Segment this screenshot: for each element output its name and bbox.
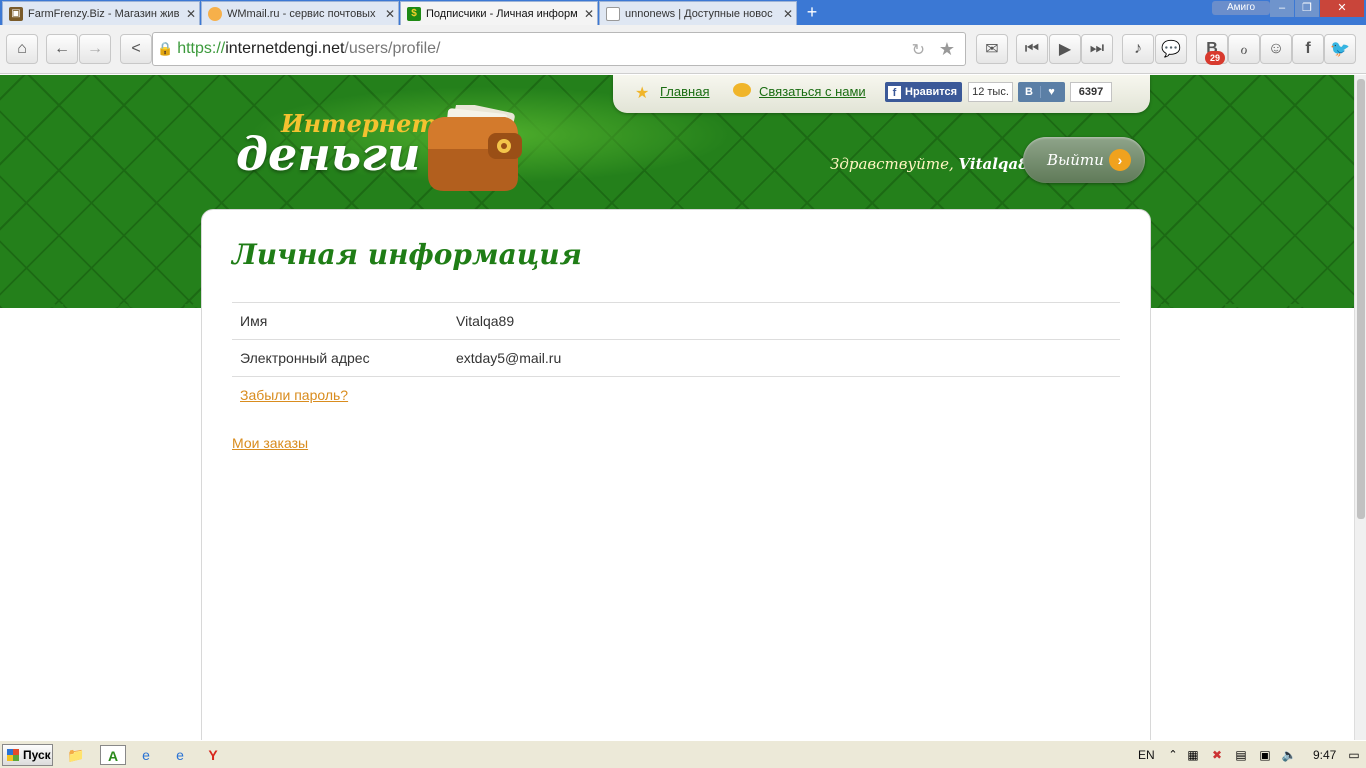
heart-icon: ♥ bbox=[1040, 86, 1062, 98]
web-page: ★ Главная Связаться с нами f Нравится 12… bbox=[0, 75, 1354, 740]
browser-toolbar: ⌂ ← → < 🔒 https://internetdengi.net/user… bbox=[0, 25, 1366, 74]
url-scheme: https:// bbox=[177, 40, 226, 57]
tab-title: unnonews | Доступные новос bbox=[625, 7, 773, 20]
volume-icon[interactable]: 🔈 bbox=[1279, 745, 1299, 765]
bookmark-star-icon[interactable]: ★ bbox=[939, 39, 955, 60]
site-logo[interactable]: Интернет деньги bbox=[236, 105, 536, 225]
internet-explorer-icon-2[interactable]: e bbox=[170, 745, 190, 765]
close-tab-icon[interactable]: ✕ bbox=[382, 7, 398, 21]
tab-title: Подписчики - Личная информ bbox=[426, 7, 578, 20]
show-desktop-icon[interactable]: ▭ bbox=[1344, 745, 1364, 765]
forgot-password-link[interactable]: Забыли пароль? bbox=[240, 387, 348, 403]
mail-icon[interactable]: ✉ bbox=[976, 34, 1008, 64]
clock[interactable]: 9:47 bbox=[1313, 748, 1336, 762]
network-icon[interactable]: ▣ bbox=[1255, 745, 1275, 765]
farm-favicon-icon: ▣ bbox=[9, 6, 23, 21]
name-value: Vitalqa89 bbox=[456, 313, 515, 329]
tab-wmmail[interactable]: WMmail.ru - сервис почтовых ✕ bbox=[201, 1, 399, 25]
tab-farmfrenzy[interactable]: ▣ FarmFrenzy.Biz - Магазин жив ✕ bbox=[2, 1, 200, 25]
music-note-icon[interactable]: ♪ bbox=[1122, 34, 1154, 64]
name-label: Имя bbox=[240, 313, 268, 329]
play-icon[interactable]: ▶ bbox=[1049, 34, 1081, 64]
folder-icon[interactable]: 📁 bbox=[66, 745, 86, 765]
twitter-icon[interactable]: 🐦 bbox=[1324, 34, 1356, 64]
new-tab-button[interactable]: + bbox=[798, 2, 826, 24]
moimir-icon[interactable]: ☺ bbox=[1260, 34, 1292, 64]
close-tab-icon[interactable]: ✕ bbox=[581, 7, 597, 21]
notification-badge: 29 bbox=[1205, 51, 1225, 65]
logo-line2: деньги bbox=[236, 127, 421, 181]
close-tab-icon[interactable]: ✕ bbox=[183, 7, 199, 21]
yandex-browser-icon[interactable]: Y bbox=[203, 745, 223, 765]
vertical-scrollbar[interactable] bbox=[1354, 75, 1366, 740]
tab-profile[interactable]: $ Подписчики - Личная информ ✕ bbox=[400, 1, 598, 25]
chevron-up-icon[interactable]: ⌃ bbox=[1163, 745, 1183, 765]
lock-icon: 🔒 bbox=[157, 41, 174, 56]
page-favicon-icon bbox=[606, 6, 620, 21]
url-path: /users/profile/ bbox=[344, 40, 441, 57]
home-link[interactable]: Главная bbox=[660, 84, 709, 99]
reload-icon[interactable]: ↻ bbox=[912, 40, 925, 60]
wallet-icon bbox=[428, 105, 522, 191]
wmmail-favicon-icon bbox=[208, 6, 222, 21]
vk-like-button[interactable]: В ♥ bbox=[1018, 82, 1065, 102]
tray-security-icon[interactable]: ✖ bbox=[1207, 745, 1227, 765]
browser-tab-strip: ▣ FarmFrenzy.Biz - Магазин жив ✕ WMmail.… bbox=[0, 0, 1366, 25]
contact-link[interactable]: Связаться с нами bbox=[759, 84, 866, 99]
taskbar: Пуск 📁 A e e Y EN ⌃ ▦ ✖ ▤ ▣ 🔈 9:47 ▭ bbox=[0, 740, 1366, 768]
fb-like-label: Нравится bbox=[905, 86, 958, 98]
email-value: extday5@mail.ru bbox=[456, 350, 562, 366]
facebook-like-button[interactable]: f Нравится bbox=[885, 82, 962, 102]
minimize-window-button[interactable]: – bbox=[1270, 0, 1294, 17]
star-icon: ★ bbox=[635, 85, 650, 102]
address-bar[interactable]: 🔒 https://internetdengi.net/users/profil… bbox=[152, 32, 966, 66]
tray-device-icon[interactable]: ▤ bbox=[1231, 745, 1251, 765]
internet-explorer-icon[interactable]: e bbox=[136, 745, 156, 765]
table-row: Имя Vitalqa89 bbox=[232, 302, 1120, 340]
facebook-icon: f bbox=[888, 85, 901, 99]
speech-bubble-icon bbox=[733, 83, 751, 97]
amigo-browser-icon[interactable]: A bbox=[100, 745, 126, 765]
fb-like-count: 12 тыс. bbox=[968, 82, 1013, 102]
page-title: Личная информация bbox=[232, 238, 582, 271]
tray-app-icon[interactable]: ▦ bbox=[1183, 745, 1203, 765]
dollar-favicon-icon: $ bbox=[407, 6, 421, 21]
home-icon[interactable]: ⌂ bbox=[6, 34, 38, 64]
close-window-button[interactable]: ✕ bbox=[1320, 0, 1364, 17]
profile-info-table: Имя Vitalqa89 Электронный адрес extday5@… bbox=[232, 302, 1120, 377]
back-arrow-icon[interactable]: ← bbox=[46, 34, 78, 64]
top-links-bar: ★ Главная Связаться с нами f Нравится 12… bbox=[613, 75, 1150, 113]
profile-panel: Личная информация Имя Vitalqa89 Электрон… bbox=[201, 209, 1151, 740]
language-indicator[interactable]: EN bbox=[1138, 748, 1155, 762]
vk-label: В bbox=[1025, 86, 1033, 98]
profile-menu-button[interactable]: Амиго bbox=[1212, 1, 1270, 15]
share-icon[interactable]: < bbox=[120, 34, 152, 64]
logout-button[interactable]: Выйти › bbox=[1023, 137, 1145, 183]
tab-unnonews[interactable]: unnonews | Доступные новос ✕ bbox=[599, 1, 797, 25]
forward-arrow-icon[interactable]: → bbox=[79, 34, 111, 64]
vk-like-count: 6397 bbox=[1070, 82, 1112, 102]
start-label: Пуск bbox=[23, 748, 51, 762]
next-track-icon[interactable]: ⏭ bbox=[1081, 34, 1113, 64]
odnoklassniki-icon[interactable]: ℴ bbox=[1228, 34, 1260, 64]
greeting-text: Здравствуйте, bbox=[830, 155, 954, 173]
greeting: Здравствуйте, Vitalqa89 bbox=[830, 155, 1039, 173]
previous-track-icon[interactable]: ⏮ bbox=[1016, 34, 1048, 64]
tab-title: WMmail.ru - сервис почтовых bbox=[227, 7, 376, 20]
tab-title: FarmFrenzy.Biz - Магазин жив bbox=[28, 7, 180, 20]
close-tab-icon[interactable]: ✕ bbox=[780, 7, 796, 21]
chat-icon[interactable]: 💬 bbox=[1155, 34, 1187, 64]
facebook-icon[interactable]: f bbox=[1292, 34, 1324, 64]
scrollbar-thumb[interactable] bbox=[1357, 79, 1365, 519]
windows-logo-icon bbox=[7, 749, 19, 761]
table-row: Электронный адрес extday5@mail.ru bbox=[232, 339, 1120, 377]
start-button[interactable]: Пуск bbox=[2, 744, 53, 766]
chevron-right-icon: › bbox=[1109, 149, 1131, 171]
url-host: internetdengi.net bbox=[225, 40, 345, 57]
email-label: Электронный адрес bbox=[240, 350, 370, 366]
my-orders-link[interactable]: Мои заказы bbox=[232, 435, 308, 451]
logout-label: Выйти bbox=[1047, 151, 1104, 169]
restore-window-button[interactable]: ❐ bbox=[1295, 0, 1319, 17]
